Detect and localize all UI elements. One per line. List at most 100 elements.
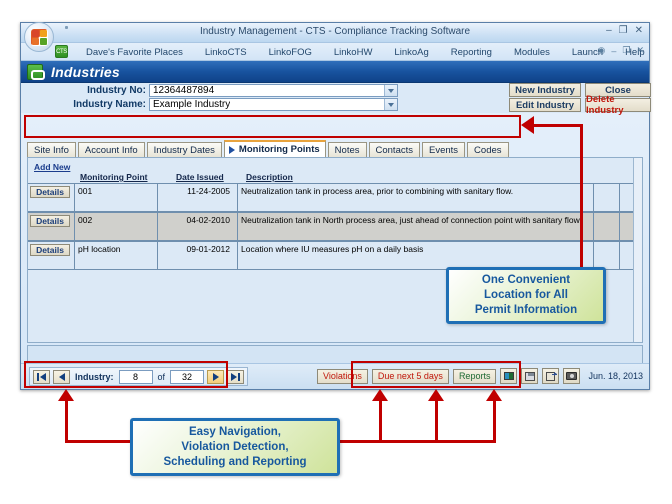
menu-items: Dave's Favorite Places LinkoCTS LinkoFOG… [75, 43, 656, 61]
cell-monitoring-point: pH location [74, 242, 158, 269]
details-button[interactable]: Details [30, 244, 70, 256]
annotation-arrow-tabs [521, 116, 534, 134]
last-record-icon[interactable] [227, 369, 245, 384]
exit-door-icon[interactable] [542, 368, 560, 384]
callout-line-2: Violation Detection, [181, 440, 289, 453]
details-button[interactable]: Details [30, 215, 70, 227]
industry-name-value: Example Industry [153, 99, 231, 110]
menu-item-modules[interactable]: Modules [503, 47, 561, 58]
annotation-box-navigator [24, 361, 228, 388]
annotation-box-tabs [24, 115, 521, 138]
tab-contacts[interactable]: Contacts [368, 142, 420, 157]
tab-codes[interactable]: Codes [467, 142, 509, 157]
industry-no-combobox[interactable]: 12364487894 [149, 84, 398, 97]
chevron-down-icon[interactable] [384, 85, 397, 96]
cell-date-issued: 11-24-2005 [158, 184, 238, 211]
menu-window-controls: ◉ – ❐ ✕ [598, 45, 645, 56]
annotation-line-nav-vertical [65, 396, 68, 443]
add-new-link[interactable]: Add New [34, 162, 70, 172]
annotation-arrow-reports [486, 389, 502, 401]
cell-date-issued: 09-01-2012 [158, 242, 238, 269]
cell-spacer-1 [594, 213, 620, 240]
tab-industry-dates[interactable]: Industry Dates [146, 142, 222, 157]
help-icon[interactable]: ◉ [598, 45, 606, 56]
callout-line-3: Scheduling and Reporting [163, 455, 307, 468]
menu-item-linkofog[interactable]: LinkoFOG [258, 47, 323, 58]
restore-icon[interactable]: ❐ [622, 45, 630, 56]
table-row[interactable]: Details pH location 09-01-2012 Location … [28, 241, 642, 270]
annotation-line-violations-vertical [379, 396, 382, 443]
cell-date-issued: 04-02-2010 [158, 213, 238, 240]
column-header-date-issued[interactable]: Date Issued [176, 172, 224, 182]
grid-header-row: Monitoring Point Date Issued Description [28, 172, 642, 183]
cell-spacer-1 [594, 184, 620, 211]
tab-label: Monitoring Points [238, 144, 320, 155]
office-orb-icon[interactable] [24, 22, 54, 52]
minimize-icon[interactable]: – [606, 25, 612, 37]
details-cell: Details [28, 242, 74, 269]
details-cell: Details [28, 213, 74, 240]
menu-item-linkocts[interactable]: LinkoCTS [194, 47, 258, 58]
camera-icon[interactable] [563, 368, 581, 384]
details-cell: Details [28, 184, 74, 211]
tab-label: Account Info [84, 144, 138, 156]
tab-notes[interactable]: Notes [327, 142, 367, 157]
callout-line-2: Location for All [484, 289, 568, 301]
window-title: Industry Management - CTS - Compliance T… [199, 26, 471, 37]
edit-industry-button[interactable]: Edit Industry [509, 98, 581, 112]
close-icon[interactable]: ✕ [635, 25, 643, 37]
column-header-monitoring-point[interactable]: Monitoring Point [80, 172, 148, 182]
new-industry-button[interactable]: New Industry [509, 83, 581, 97]
page-title: Industries [51, 64, 120, 80]
menu-item-favorites[interactable]: Dave's Favorite Places [75, 47, 194, 58]
annotation-line-nav-horizontal [65, 440, 133, 443]
tab-account-info[interactable]: Account Info [77, 142, 145, 157]
cell-description: Location where IU measures pH on a daily… [238, 242, 594, 269]
annotation-arrow-due-next-5-days [428, 389, 444, 401]
industry-no-value: 12364487894 [153, 85, 215, 96]
tab-events[interactable]: Events [422, 142, 466, 157]
industry-name-combobox[interactable]: Example Industry [149, 98, 398, 111]
callout-line-1: Easy Navigation, [188, 425, 282, 438]
grid-vertical-scrollbar[interactable] [633, 158, 642, 342]
save-icon[interactable] [521, 368, 539, 384]
column-header-description[interactable]: Description [246, 172, 293, 182]
callout-permit-information: One Convenient Location for All Permit I… [446, 267, 606, 324]
menu-item-linkohw[interactable]: LinkoHW [323, 47, 384, 58]
table-row[interactable]: Details 001 11-24-2005 Neutralization ta… [28, 183, 642, 212]
tab-monitoring-points[interactable]: Monitoring Points [223, 140, 326, 157]
chevron-down-icon[interactable] [384, 99, 397, 110]
annotation-line-tabs-horizontal [534, 124, 583, 127]
industry-form-area: Industry No: 12364487894 Industry Name: … [21, 83, 651, 116]
industry-no-label: Industry No: [87, 85, 146, 96]
callout-easy-navigation: Easy Navigation, Violation Detection, Sc… [130, 418, 340, 476]
details-button[interactable]: Details [30, 186, 70, 198]
minimize-icon[interactable]: – [611, 46, 616, 56]
tab-strip: Site Info Account Info Industry Dates Mo… [27, 140, 643, 157]
cell-description: Neutralization tank in process area, pri… [238, 184, 594, 211]
annotation-line-tabs-vertical [580, 124, 583, 267]
menu-item-linkoag[interactable]: LinkoAg [383, 47, 439, 58]
tab-site-info[interactable]: Site Info [27, 142, 76, 157]
table-row[interactable]: Details 002 04-02-2010 Neutralization ta… [28, 212, 642, 241]
callout-line-3: Permit Information [474, 304, 578, 316]
orb-glyph [31, 29, 48, 46]
menu-item-reporting[interactable]: Reporting [440, 47, 503, 58]
current-date: Jun. 18, 2013 [588, 371, 643, 381]
delete-industry-button[interactable]: Delete Industry [585, 94, 651, 116]
tab-label: Codes [474, 144, 502, 156]
tab-label: Site Info [34, 144, 69, 156]
callout-line-1: One Convenient [481, 274, 571, 286]
annotation-line-due-vertical [435, 396, 438, 443]
restore-icon[interactable]: ❐ [619, 25, 628, 37]
window-controls: – ❐ ✕ [606, 25, 643, 37]
title-bar: Industry Management - CTS - Compliance T… [21, 22, 649, 52]
active-tab-arrow-icon [228, 145, 235, 154]
screenshot-root: Industry Management - CTS - Compliance T… [0, 0, 672, 504]
close-icon[interactable]: ✕ [636, 45, 644, 56]
tab-label: Contacts [375, 144, 414, 156]
cell-description: Neutralization tank in North process are… [238, 213, 594, 240]
annotation-arrow-violations [372, 389, 388, 401]
annotation-line-bottom-horizontal [338, 440, 496, 443]
tab-label: Events [429, 144, 459, 156]
